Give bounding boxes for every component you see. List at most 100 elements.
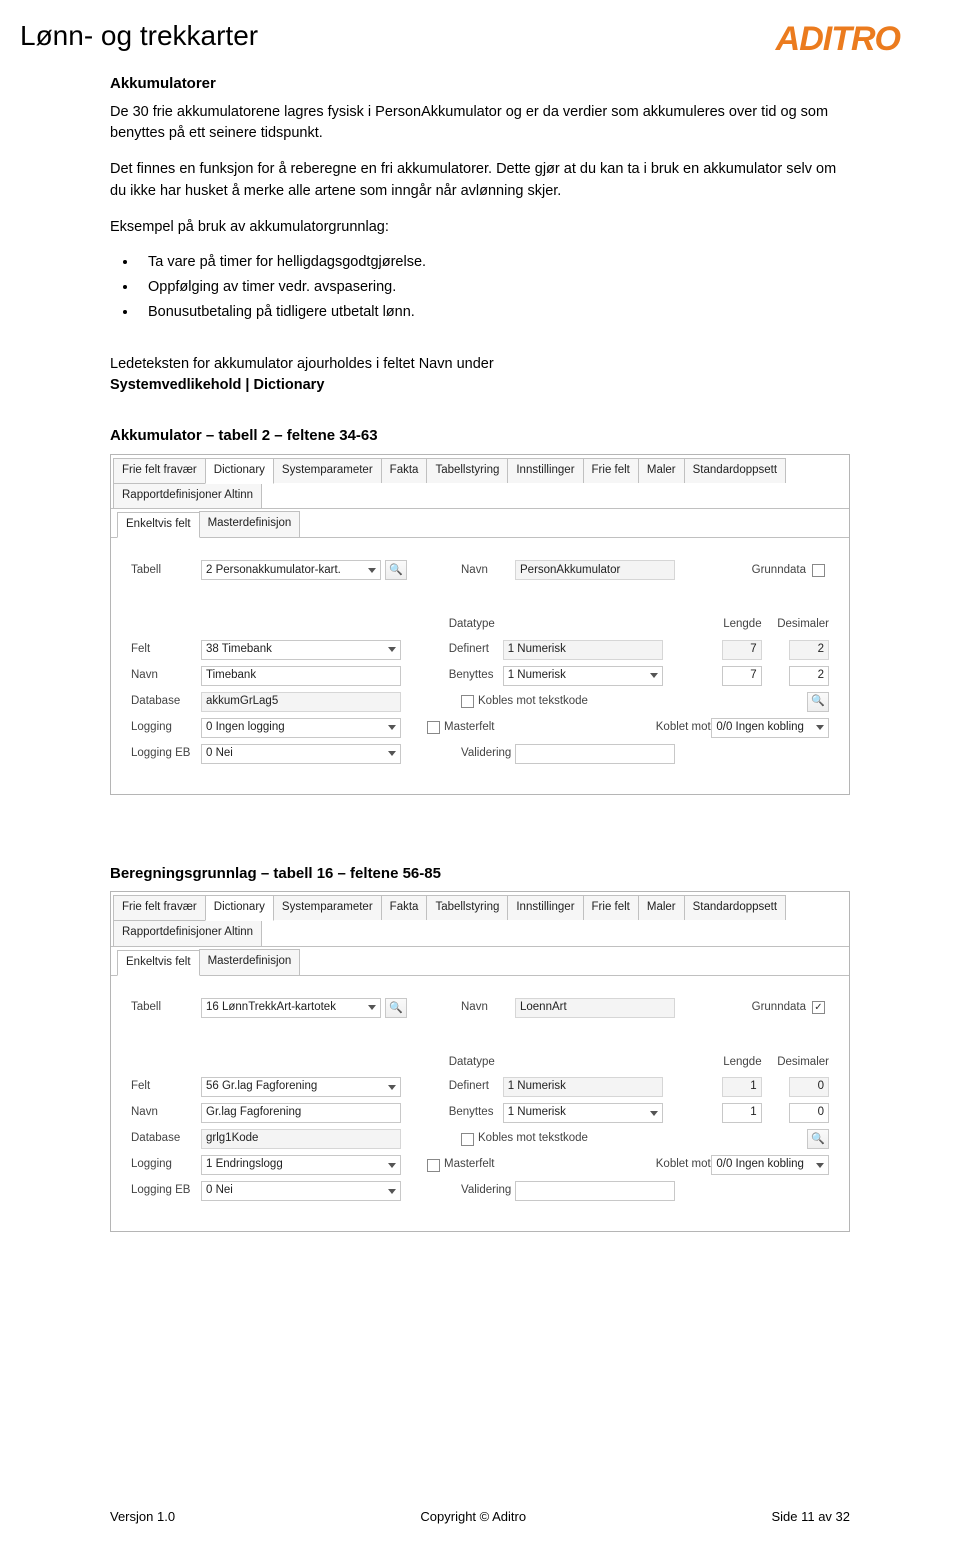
desimaler-input[interactable]: 0 <box>789 1103 829 1123</box>
search-icon[interactable]: 🔍 <box>385 560 407 580</box>
chevron-down-icon <box>368 568 376 573</box>
tabell-select[interactable]: 16 LønnTrekkArt-kartotek <box>201 998 381 1018</box>
masterfelt-checkbox[interactable] <box>427 721 440 734</box>
datatype-label: Datatype <box>449 1054 503 1071</box>
tab-fakta[interactable]: Fakta <box>381 458 428 483</box>
tab-standardoppsett[interactable]: Standardoppsett <box>684 458 786 483</box>
navn-label: Navn <box>461 999 515 1016</box>
database-label: Database <box>131 1130 201 1147</box>
lengde-label: Lengde <box>723 1054 761 1071</box>
validering-input[interactable] <box>515 1181 675 1201</box>
grunndata-checkbox[interactable]: ✓ <box>812 1001 825 1014</box>
tab-systemparameter[interactable]: Systemparameter <box>273 895 382 920</box>
navn2-label: Navn <box>131 667 201 684</box>
masterfelt-checkbox[interactable] <box>427 1159 440 1172</box>
desimaler-input[interactable]: 2 <box>789 666 829 686</box>
kobles-checkbox[interactable] <box>461 1133 474 1146</box>
tab-tabellstyring[interactable]: Tabellstyring <box>426 895 508 920</box>
lengde-input[interactable]: 1 <box>722 1103 762 1123</box>
tab-maler[interactable]: Maler <box>638 458 685 483</box>
felt-label: Felt <box>131 641 201 658</box>
felt-select[interactable]: 56 Gr.lag Fagforening <box>201 1077 401 1097</box>
search-icon[interactable]: 🔍 <box>807 692 829 712</box>
tab-dictionary[interactable]: Dictionary <box>205 895 274 921</box>
tab-standardoppsett[interactable]: Standardoppsett <box>684 895 786 920</box>
desimaler-field: 0 <box>789 1077 829 1097</box>
benyttes-select[interactable]: 1 Numerisk <box>503 1103 663 1123</box>
felt-select[interactable]: 38 Timebank <box>201 640 401 660</box>
tab-frie-felt-fravaer[interactable]: Frie felt fravær <box>113 458 206 483</box>
kobles-label: Kobles mot tekstkode <box>478 1130 588 1147</box>
navn-input[interactable]: Gr.lag Fagforening <box>201 1103 401 1123</box>
list-item: Oppfølging av timer vedr. avspasering. <box>138 277 850 299</box>
masterfelt-label: Masterfelt <box>444 719 495 736</box>
database-label: Database <box>131 693 201 710</box>
main-tabs: Frie felt fravær Dictionary Systemparame… <box>111 892 849 947</box>
tab-fakta[interactable]: Fakta <box>381 895 428 920</box>
list-item: Bonusutbetaling på tidligere utbetalt lø… <box>138 302 850 324</box>
tab-enkeltvis-felt[interactable]: Enkeltvis felt <box>117 512 200 538</box>
tab-innstillinger[interactable]: Innstillinger <box>507 458 583 483</box>
tab-dictionary[interactable]: Dictionary <box>205 458 274 484</box>
database-field: grlg1Kode <box>201 1129 401 1149</box>
footer-version: Versjon 1.0 <box>110 1509 175 1524</box>
tab-maler[interactable]: Maler <box>638 895 685 920</box>
benyttes-select[interactable]: 1 Numerisk <box>503 666 663 686</box>
page-footer: Versjon 1.0 Copyright © Aditro Side 11 a… <box>0 1509 960 1524</box>
kobles-checkbox[interactable] <box>461 695 474 708</box>
datatype-label: Datatype <box>449 616 503 633</box>
tab-frie-felt[interactable]: Frie felt <box>583 895 639 920</box>
tabell-select[interactable]: 2 Personakkumulator-kart. <box>201 560 381 580</box>
definert-label: Definert <box>449 1078 503 1095</box>
loggingeb-label: Logging EB <box>131 1182 201 1199</box>
tab-masterdefinisjon[interactable]: Masterdefinisjon <box>199 949 301 975</box>
chevron-down-icon <box>368 1005 376 1010</box>
grunndata-checkbox[interactable] <box>812 564 825 577</box>
section-heading: Akkumulatorer <box>110 73 850 96</box>
sub-tabs: Enkeltvis felt Masterdefinisjon <box>111 509 849 538</box>
loggingeb-select[interactable]: 0 Nei <box>201 1181 401 1201</box>
navn2-label: Navn <box>131 1104 201 1121</box>
kobles-label: Kobles mot tekstkode <box>478 693 588 710</box>
desimaler-label: Desimaler <box>777 616 829 633</box>
search-icon[interactable]: 🔍 <box>807 1129 829 1149</box>
navn-field: LoennArt <box>515 998 675 1018</box>
tab-frie-felt-fravaer[interactable]: Frie felt fravær <box>113 895 206 920</box>
grunndata-label: Grunndata <box>752 999 806 1016</box>
search-icon[interactable]: 🔍 <box>385 998 407 1018</box>
validering-input[interactable] <box>515 744 675 764</box>
paragraph-1: De 30 frie akkumulatorene lagres fysisk … <box>110 102 850 146</box>
tab-systemparameter[interactable]: Systemparameter <box>273 458 382 483</box>
masterfelt-label: Masterfelt <box>444 1156 495 1173</box>
tab-rapportdef-altinn[interactable]: Rapportdefinisjoner Altinn <box>113 920 262 945</box>
desimaler-label: Desimaler <box>777 1054 829 1071</box>
benyttes-label: Benyttes <box>449 667 503 684</box>
logging-select[interactable]: 1 Endringslogg <box>201 1155 401 1175</box>
koblet-label: Koblet mot <box>656 719 712 736</box>
koblet-select[interactable]: 0/0 Ingen kobling <box>711 1155 829 1175</box>
definert-field: 1 Numerisk <box>503 1077 663 1097</box>
tab-frie-felt[interactable]: Frie felt <box>583 458 639 483</box>
footer-page: Side 11 av 32 <box>771 1509 850 1524</box>
navn-input[interactable]: Timebank <box>201 666 401 686</box>
bullet-list: Ta vare på timer for helligdagsgodtgjøre… <box>128 252 850 323</box>
logging-select[interactable]: 0 Ingen logging <box>201 718 401 738</box>
tab-masterdefinisjon[interactable]: Masterdefinisjon <box>199 511 301 537</box>
definert-field: 1 Numerisk <box>503 640 663 660</box>
paragraph-3: Eksempel på bruk av akkumulatorgrunnlag: <box>110 217 850 239</box>
database-field: akkumGrLag5 <box>201 692 401 712</box>
lengde-input[interactable]: 7 <box>722 666 762 686</box>
tab-innstillinger[interactable]: Innstillinger <box>507 895 583 920</box>
page-title: Lønn- og trekkarter <box>20 20 258 52</box>
tab-enkeltvis-felt[interactable]: Enkeltvis felt <box>117 950 200 976</box>
chevron-down-icon <box>388 1085 396 1090</box>
tabell-label: Tabell <box>131 562 201 579</box>
loggingeb-select[interactable]: 0 Nei <box>201 744 401 764</box>
chevron-down-icon <box>388 1163 396 1168</box>
dictionary-panel-2: Frie felt fravær Dictionary Systemparame… <box>110 891 850 1232</box>
koblet-select[interactable]: 0/0 Ingen kobling <box>711 718 829 738</box>
tab-rapportdef-altinn[interactable]: Rapportdefinisjoner Altinn <box>113 483 262 508</box>
navn-label: Navn <box>461 562 515 579</box>
panel1-label: Akkumulator – tabell 2 – feltene 34-63 <box>110 425 850 448</box>
tab-tabellstyring[interactable]: Tabellstyring <box>426 458 508 483</box>
